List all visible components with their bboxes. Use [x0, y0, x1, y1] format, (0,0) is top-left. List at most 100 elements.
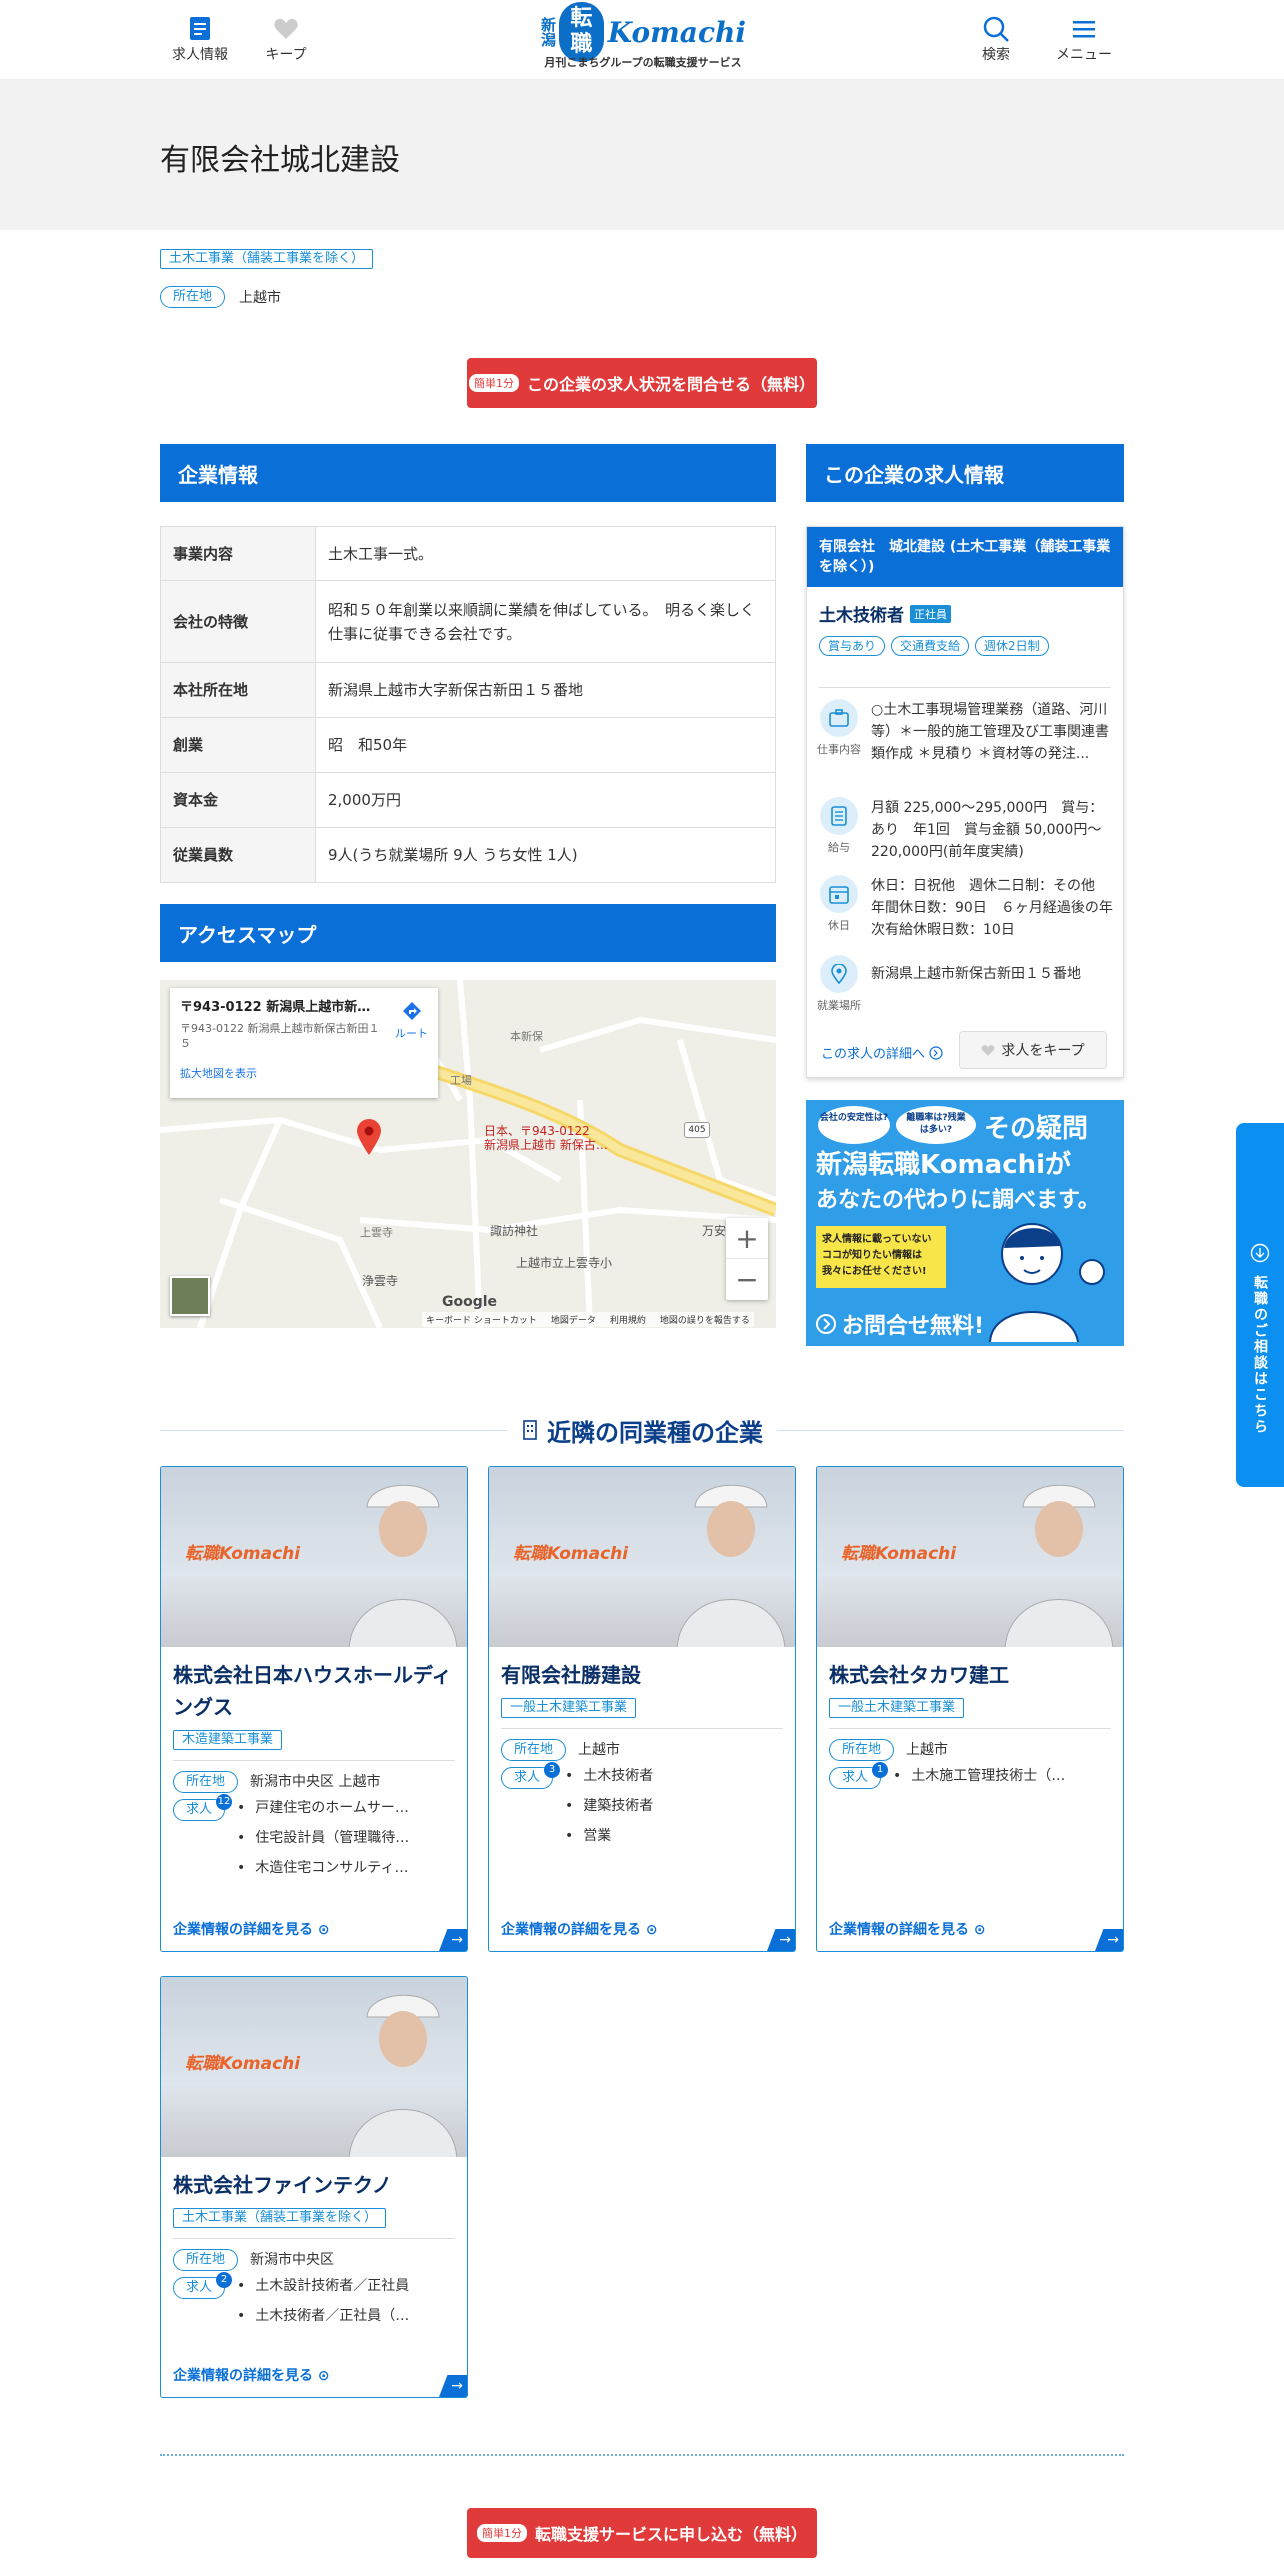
nav-jobs-button[interactable]: 求人情報 [160, 14, 240, 64]
list-item: 木造住宅コンサルティ… [237, 1853, 409, 1883]
keep-job-button[interactable]: 求人をキープ [959, 1031, 1107, 1069]
job-card[interactable]: 有限会社 城北建設 (土木工事業（舗装工事業を除く）) 土木技術者 正社員 賞与… [806, 526, 1124, 1078]
card-photo: 転職Komachi [489, 1467, 795, 1647]
list-item-text: 住宅設計員（管理職待… [255, 1830, 410, 1846]
banner-bubble-1: 会社の安定性は? [818, 1106, 890, 1144]
map-place-manan: 万安 [702, 1224, 727, 1238]
nav-search-button[interactable]: 検索 [956, 14, 1036, 64]
job-detail-link-label: この求人の詳細へ [821, 1047, 926, 1062]
download-circle-icon [1250, 1243, 1270, 1263]
card-corner-arrow-icon: → [1095, 1929, 1123, 1951]
card-industry-tag: 木造建築工事業 [173, 1730, 283, 1750]
apply-service-button[interactable]: 簡単1分 転職支援サービスに申し込む（無料） [467, 2508, 817, 2558]
card-photo-logo: 転職Komachi [513, 1544, 629, 1564]
list-item: 戸建住宅のホームサー… [237, 1793, 409, 1823]
calendar-icon [829, 886, 849, 904]
card-jobs-pill: 求人 1 [829, 1762, 889, 1789]
card-industry-tag: 一般土木建築工事業 [501, 1698, 637, 1718]
map-satellite-toggle[interactable] [170, 1276, 210, 1316]
map-place-suwa: 諏訪神社 [490, 1224, 539, 1238]
card-jobs-pill: 求人 3 [501, 1762, 561, 1789]
map-zoom-in-button[interactable]: + [726, 1218, 768, 1259]
card-jobs-count: 12 [216, 1794, 233, 1810]
card-location-pill: 所在地 [173, 2249, 239, 2271]
briefcase-icon [829, 709, 849, 727]
table-row: 創業昭 和50年 [160, 717, 776, 773]
info-value: 昭和５０年創業以来順調に業績を伸ばしている。 明るく楽しく仕事に従事できる会社で… [315, 580, 776, 663]
map-marker-icon [356, 1118, 382, 1160]
inquiry-banner[interactable]: 会社の安定性は? 離職率は?残業は多い? その疑問 新潟転職Komachiが あ… [806, 1100, 1124, 1346]
job-row-label: 仕事内容 [817, 743, 861, 756]
document-icon [190, 17, 210, 40]
card-detail-link-label: 企業情報の詳細を見る [173, 2368, 313, 2384]
card-jobs-count: 1 [872, 1762, 889, 1778]
card-jobs-count: 3 [544, 1762, 561, 1778]
table-row: 従業員数 9人(うち就業場所 9人 うち女性 1人) [160, 827, 776, 883]
map-road-number: 405 [684, 1122, 710, 1138]
map-enlarge-link[interactable]: 拡大地図を表示 [180, 1065, 428, 1081]
worker-illustration [676, 1484, 786, 1647]
divider [501, 1728, 783, 1729]
nearby-company-card[interactable]: 転職Komachi 有限会社勝建設 一般土木建築工事業 所在地上越市 求人3 土… [488, 1466, 796, 1952]
table-row: 資本金 2,000万円 [160, 772, 776, 828]
access-map[interactable]: 〒943-0122 新潟県上越市新保… 〒943-0122 新潟県上越市新保古新… [160, 980, 776, 1328]
worker-illustration [1004, 1484, 1114, 1647]
card-jobs-pill: 求人 12 [173, 1794, 233, 1821]
card-detail-link[interactable]: 企業情報の詳細を見る ⊙ [501, 1919, 658, 1939]
logo-subtitle: 月刊こまちグループの転職支援サービス [544, 56, 742, 69]
nearby-company-card[interactable]: 転職Komachi 株式会社日本ハウスホールディングス 木造建築工事業 所在地新… [160, 1466, 468, 1952]
info-label: 事業内容 [160, 526, 316, 581]
card-detail-link-label: 企業情報の詳細を見る [173, 1922, 313, 1938]
access-map-heading: アクセスマップ [160, 904, 776, 962]
arrow-right-circle-icon: ⊙ [317, 2368, 330, 2384]
heart-icon [982, 1044, 995, 1056]
list-item: 土木技術者 [565, 1761, 653, 1791]
inquiry-button[interactable]: 簡単1分 この企業の求人状況を問合せる（無料） [467, 358, 817, 408]
wallet-icon [831, 806, 847, 826]
card-location: 上越市 [578, 1742, 621, 1758]
logo-tenshoku: 転職 [559, 2, 604, 62]
map-popup-title: 〒943-0122 新潟県上越市新保… [180, 1000, 380, 1015]
map-route-button[interactable]: ルート [395, 1000, 428, 1041]
search-icon [983, 16, 1009, 42]
card-company-name: 株式会社日本ハウスホールディングス [173, 1663, 452, 1719]
job-row-holidays: 休日 休日：日祝他 週休二日制：その他 年間休日数：90日 ６ヶ月経過後の年次有… [817, 875, 1113, 941]
card-detail-link[interactable]: 企業情報の詳細を見る ⊙ [829, 1919, 986, 1939]
company-info-heading: 企業情報 [160, 444, 776, 502]
card-job-list: 土木設計技術者／正社員 土木技術者／正社員（… [237, 2271, 409, 2331]
arrow-right-circle-icon: ⊙ [645, 1922, 658, 1938]
nearby-company-card[interactable]: 転職Komachi 株式会社ファインテクノ 土木工事業（舗装工事業を除く） 所在… [160, 1976, 468, 2398]
card-job-list: 戸建住宅のホームサー… 住宅設計員（管理職待… 木造住宅コンサルティ… [237, 1793, 409, 1883]
banner-yellow-1: 求人情報に載っていない [822, 1234, 932, 1245]
banner-headline-2: 新潟転職Komachiが [816, 1150, 1072, 1180]
card-photo-logo: 転職Komachi [841, 1544, 957, 1564]
site-logo[interactable]: 新潟 転職 Komachi 月刊こまちグループの転職支援サービス [539, 2, 746, 70]
banner-cta-label: お問合せ無料! [842, 1314, 985, 1339]
map-zoom-out-button[interactable]: − [726, 1259, 768, 1300]
job-detail-link[interactable]: この求人の詳細へ [821, 1043, 943, 1062]
map-pin-label-line1: 日本、〒943-0122 [484, 1124, 590, 1138]
info-value: 昭 和50年 [315, 717, 776, 773]
nearby-company-card[interactable]: 転職Komachi 株式会社タカワ建工 一般土木建築工事業 所在地 上越市 求人 1… [816, 1466, 1124, 1952]
list-item-text: 土木技術者／正社員（… [255, 2308, 410, 2324]
consult-side-tab[interactable]: 転職のご相談はこちら [1236, 1123, 1284, 1487]
card-detail-link[interactable]: 企業情報の詳細を見る ⊙ [173, 1919, 330, 1939]
banner-cta[interactable]: お問合せ無料! [816, 1308, 984, 1340]
map-footer-terms[interactable]: 利用規約 [610, 1313, 646, 1326]
info-label: 会社の特徴 [160, 580, 316, 663]
keep-job-label: 求人をキープ [1001, 1043, 1085, 1059]
card-jobs-label: 求人 [186, 1802, 213, 1817]
divider [819, 687, 1111, 688]
location-pin-icon [831, 964, 847, 984]
map-footer-report[interactable]: 地図の誤りを報告する [660, 1313, 750, 1326]
card-location: 上越市 [906, 1742, 949, 1758]
map-footer: キーボード ショートカット 地図データ 利用規約 地図の誤りを報告する [422, 1312, 754, 1327]
map-footer-shortcuts[interactable]: キーボード ショートカット [426, 1313, 537, 1326]
card-photo-logo: 転職Komachi [185, 2054, 301, 2074]
nav-keep-button[interactable]: キープ [246, 14, 326, 64]
industry-tag: 土木工事業（舗装工事業を除く） [160, 249, 374, 269]
card-detail-link[interactable]: 企業情報の詳細を見る ⊙ [173, 2365, 330, 2385]
heart-icon [274, 18, 298, 39]
nav-menu-button[interactable]: メニュー [1044, 14, 1124, 64]
info-label: 創業 [160, 717, 316, 773]
